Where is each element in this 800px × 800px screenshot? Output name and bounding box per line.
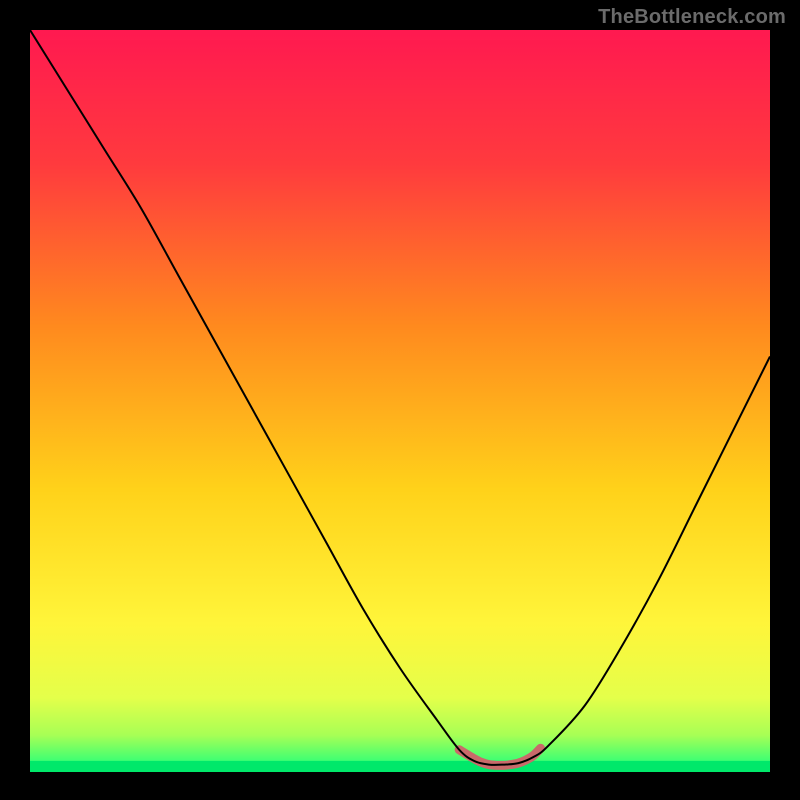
- green-baseline: [30, 761, 770, 772]
- chart-root: TheBottleneck.com: [0, 0, 800, 800]
- watermark-text: TheBottleneck.com: [598, 6, 786, 29]
- bottleneck-chart: [0, 0, 800, 800]
- gradient-background: [30, 30, 770, 772]
